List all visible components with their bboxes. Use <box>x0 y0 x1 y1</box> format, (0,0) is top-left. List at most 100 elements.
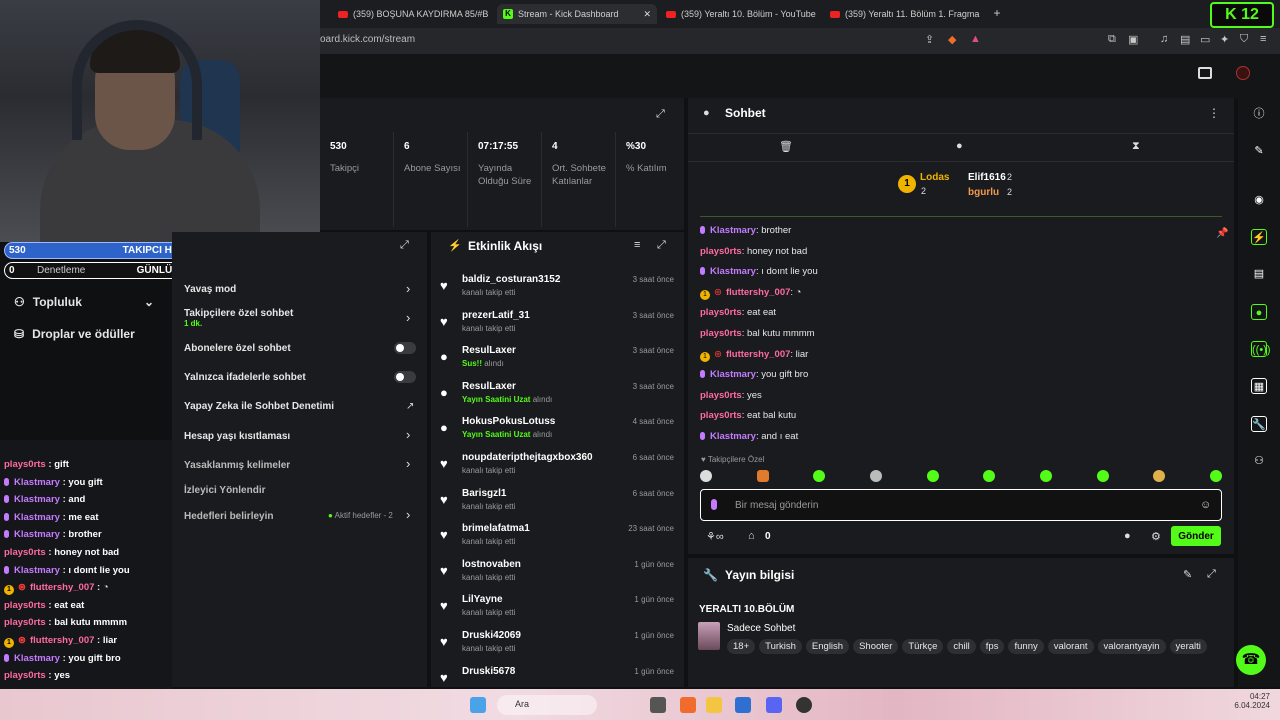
chevron-right-icon[interactable]: › <box>406 281 410 296</box>
trash-icon[interactable]: 🗑 <box>779 140 793 153</box>
pin-icon[interactable]: 📌 <box>1216 228 1228 239</box>
windows-start-icon[interactable] <box>470 697 486 713</box>
chevron-right-icon[interactable]: › <box>406 507 410 522</box>
mod-slow-mode[interactable]: Yavaş mod <box>184 284 236 295</box>
menu-icon[interactable]: ≡ <box>1260 33 1266 45</box>
rewards-icon[interactable]: ▲ <box>970 33 981 45</box>
chat-username[interactable]: plays0rts <box>700 307 742 318</box>
chat-username[interactable]: Klastmary <box>710 431 756 442</box>
close-tab-icon[interactable]: ✕ <box>643 9 651 20</box>
stream-tag[interactable]: valorant <box>1047 639 1094 654</box>
activity-username[interactable]: ResulLaxer <box>462 381 516 392</box>
wallet-icon[interactable]: ▭ <box>1200 33 1210 46</box>
lightning-icon[interactable]: ⚡ <box>1251 229 1267 245</box>
activity-username[interactable]: noupdateripthejtagxbox360 <box>462 452 593 463</box>
activity-username[interactable]: lostnovaben <box>462 559 521 570</box>
activity-item[interactable]: ♥ baldiz_costuran3152 kanalı takip etti 3 s… <box>440 274 678 309</box>
chat-username[interactable]: Klastmary <box>710 369 756 380</box>
info-icon[interactable]: ⓘ <box>1251 106 1267 122</box>
activity-item[interactable]: ● HokusPokusLotuss Yayın Saatini Uzat alın… <box>440 416 678 451</box>
chevron-right-icon[interactable]: › <box>406 427 410 442</box>
activity-username[interactable]: LilYayne <box>462 594 503 605</box>
chat-username[interactable]: Klastmary <box>710 225 756 236</box>
pencil-icon[interactable]: ✎ <box>1251 143 1267 159</box>
chat-bubble-icon[interactable]: ● <box>1124 530 1131 542</box>
chat-username[interactable]: fluttershy_007 <box>30 635 94 646</box>
stream-tag[interactable]: Türkçe <box>902 639 944 654</box>
chat-settings-icon[interactable]: ● <box>956 140 963 152</box>
support-icon[interactable]: ☎ <box>1236 645 1266 675</box>
activity-item[interactable]: ● ResulLaxer Yayın Saatini Uzat alındı 3 sa… <box>440 381 678 416</box>
browser-tab-4[interactable]: (359) Yeraltı 11. Bölüm 1. Fragmanı <box>830 4 980 24</box>
sidebar-item-community[interactable]: ⚇ Topluluk ⌄ <box>14 295 154 309</box>
extensions-icon[interactable]: ⧉ <box>1108 33 1116 46</box>
emoji-icon[interactable]: ☺ <box>1200 499 1211 511</box>
activity-item[interactable]: ♥ Barisgzl1 kanalı takip etti 6 saat önce <box>440 488 678 523</box>
brave-shield-icon[interactable]: ◆ <box>948 33 956 46</box>
mod-account-age[interactable]: Hesap yaşı kısıtlaması <box>184 431 290 442</box>
expand-icon[interactable]: ⤢ <box>400 239 409 252</box>
chat-username[interactable]: plays0rts <box>4 670 46 681</box>
media-icon[interactable]: ♫ <box>1160 33 1168 45</box>
chat-icon[interactable]: ● <box>1251 304 1267 320</box>
activity-username[interactable]: ResulLaxer <box>462 345 516 356</box>
chat-username[interactable]: Klastmary <box>14 512 60 523</box>
layout-icon[interactable] <box>1198 67 1212 79</box>
browser-tab-2[interactable]: K Stream - Kick Dashboard ✕ <box>497 4 657 24</box>
share-icon[interactable]: ⇪ <box>925 33 934 46</box>
chat-username[interactable]: Klastmary <box>14 529 60 540</box>
chat-username[interactable]: plays0rts <box>700 246 742 257</box>
mod-subs-only[interactable]: Abonelere özel sohbet <box>184 343 291 354</box>
wrench-icon[interactable]: 🔧 <box>1251 416 1267 432</box>
chat-username[interactable]: plays0rts <box>700 390 742 401</box>
chat-username[interactable]: plays0rts <box>4 617 46 628</box>
activity-item[interactable]: ♥ lostnovaben kanalı takip etti 1 gün önce <box>440 559 678 594</box>
camera-icon[interactable]: ◉ <box>1251 192 1267 208</box>
mod-banned-words[interactable]: Yasaklanmış kelimeler <box>184 460 290 471</box>
sidebar-icon[interactable]: ▤ <box>1180 33 1190 46</box>
gear-icon[interactable]: ⚙ <box>1151 530 1161 543</box>
taskbar-search[interactable]: Ara <box>497 695 597 715</box>
url-text[interactable]: oard.kick.com/stream <box>320 34 415 45</box>
community-icon[interactable]: ⚇ <box>1251 453 1267 469</box>
gift-icon[interactable]: ⌂ <box>748 530 755 542</box>
activity-item[interactable]: ♥ noupdateripthejtagxbox360 kanalı takip e… <box>440 452 678 487</box>
chat-username[interactable]: fluttershy_007 <box>726 287 790 298</box>
subs-only-toggle[interactable] <box>394 342 416 354</box>
discord-icon[interactable] <box>766 697 782 713</box>
sidebar-item-drops[interactable]: ⛁ Droplar ve ödüller <box>14 327 135 341</box>
avatar[interactable] <box>1236 66 1250 80</box>
mod-raid[interactable]: İzleyici Yönlendir <box>184 485 266 496</box>
chat-username[interactable]: plays0rts <box>4 600 46 611</box>
chat-username[interactable]: fluttershy_007 <box>30 582 94 593</box>
more-options-icon[interactable]: ⋮ <box>1208 106 1220 120</box>
chevron-right-icon[interactable]: › <box>406 456 410 471</box>
chat-username[interactable]: fluttershy_007 <box>726 349 790 360</box>
new-tab-button[interactable]: + <box>990 6 1004 20</box>
infinity-icon[interactable]: ⚘∞ <box>706 530 724 543</box>
emote-only-toggle[interactable] <box>394 371 416 383</box>
mod-goals[interactable]: Hedefleri belirleyin <box>184 511 273 522</box>
expand-icon[interactable]: ⤢ <box>656 108 665 121</box>
edit-icon[interactable]: ✎ <box>1183 568 1192 581</box>
send-button[interactable]: Gönder <box>1171 526 1221 546</box>
layout-icon[interactable]: ▦ <box>1251 378 1267 394</box>
activity-username[interactable]: Druski42069 <box>462 630 521 641</box>
browser-tab-3[interactable]: (359) Yeraltı 10. Bölüm - YouTube <box>666 4 816 24</box>
activity-username[interactable]: Druski5678 <box>462 666 515 677</box>
stream-tag[interactable]: chill <box>947 639 976 654</box>
stream-tag[interactable]: valorantyayin <box>1097 639 1166 654</box>
mod-followers-only[interactable]: Takipçilere özel sohbet <box>184 308 293 319</box>
activity-item[interactable]: ♥ LilYayne kanalı takip etti 1 gün önce <box>440 594 678 629</box>
mod-ai-moderation[interactable]: Yapay Zeka ile Sohbet Denetimi <box>184 401 334 412</box>
broadcast-icon[interactable]: ((•)) <box>1251 341 1271 357</box>
activity-item[interactable]: ● ResulLaxer Sus!! alındı 3 saat önce <box>440 345 678 380</box>
chat-username[interactable]: plays0rts <box>700 328 742 339</box>
task-view-icon[interactable] <box>650 697 666 713</box>
activity-item[interactable]: ♥ prezerLatif_31 kanalı takip etti 3 saat ö… <box>440 310 678 345</box>
leo-icon[interactable]: ✦ <box>1220 33 1229 46</box>
chat-username[interactable]: Klastmary <box>14 477 60 488</box>
chat-username[interactable]: Klastmary <box>14 653 60 664</box>
stream-tag[interactable]: funny <box>1008 639 1044 654</box>
brave-icon[interactable] <box>680 697 696 713</box>
